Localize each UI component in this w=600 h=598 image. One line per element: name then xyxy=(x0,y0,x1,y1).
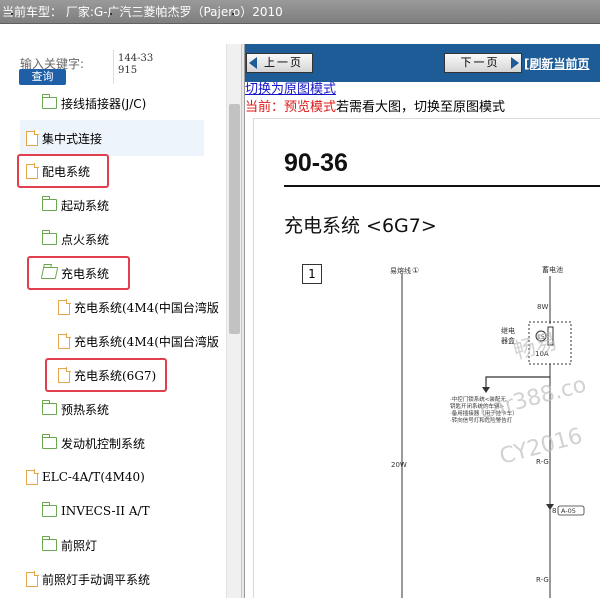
tree-item-label: 充电系统(4M4(中国台湾版 xyxy=(74,300,219,315)
wiring-diagram: 易熔线 ① 20W 蓄电池 8W 继电 器盒 15 10A ·中控门锁系统<装配… xyxy=(390,265,589,598)
tree-item-label: 接线插接器(J/C) xyxy=(61,96,147,111)
connector-id: A-05 xyxy=(561,507,576,515)
document-viewer: 上一页 下一页 [刷新当前页 切换为原图模式 当前：预览模式若需看大图，切换至原… xyxy=(245,44,600,598)
sidebar-scrollbar[interactable] xyxy=(226,44,241,598)
scrollbar-thumb[interactable] xyxy=(229,104,240,334)
switch-mode-link[interactable]: 切换为原图模式 xyxy=(245,78,336,97)
next-page-button[interactable]: 下一页 xyxy=(444,53,522,73)
tree-item-ignition-system[interactable]: 点火系统 xyxy=(41,224,110,254)
tree-item-elc-4at[interactable]: ELC-4A/T(4M40) xyxy=(26,462,145,492)
tree-item-headlamp-leveling[interactable]: 前照灯手动调平系统 xyxy=(26,564,150,594)
arrow-right-icon xyxy=(511,57,519,69)
watermark-line-1: 畅易 xyxy=(511,329,560,365)
tree-item-label: 发动机控制系统 xyxy=(61,436,146,451)
wire-gauge-8w: 8W xyxy=(537,303,548,311)
tree-item-central-connection[interactable]: 集中式连接 xyxy=(20,120,204,156)
connector-number: 8 xyxy=(552,507,556,515)
mode-status-prefix: 当前： xyxy=(245,100,285,115)
tree-item-label: 前照灯手动调平系统 xyxy=(42,572,151,587)
refresh-page-link[interactable]: [刷新当前页 xyxy=(524,55,590,72)
search-divider xyxy=(113,50,114,84)
search-input[interactable]: 144-33915 xyxy=(118,53,158,77)
relay-box-label-1: 继电 xyxy=(501,326,515,335)
tree-item-jc-connector[interactable]: 接线插接器(J/C) xyxy=(41,88,147,118)
folder-icon xyxy=(41,502,57,517)
arrow-left-icon xyxy=(249,57,257,69)
tree-item-starting-system[interactable]: 起动系统 xyxy=(41,190,110,220)
title-dot-icon xyxy=(232,13,234,15)
next-page-label: 下一页 xyxy=(460,56,500,69)
highlight-box-charging-6g7 xyxy=(45,358,167,392)
document-icon xyxy=(58,299,71,315)
prev-page-button[interactable]: 上一页 xyxy=(246,53,313,73)
folder-icon xyxy=(41,230,57,245)
folder-icon xyxy=(41,94,57,109)
tree-item-charging-4m4-tw-2[interactable]: 充电系统(4M4(中国台湾版 xyxy=(58,326,219,356)
title-dot-icon xyxy=(110,13,112,15)
wiring-diagram-page: 90-36 充电系统 <6G7> 1 易熔线 ① 20W 蓄电池 8W 继电 器… xyxy=(253,118,600,598)
search-button[interactable]: 查询 xyxy=(19,69,66,85)
tree-item-label: INVECS-II A/T xyxy=(61,504,150,518)
document-icon xyxy=(26,571,39,587)
mode-status-hint: 若需看大图，切换至原图模式 xyxy=(336,100,506,115)
tree-item-label: 集中式连接 xyxy=(42,131,103,146)
tree-item-label: ELC-4A/T(4M40) xyxy=(42,470,145,484)
tree-item-label: 点火系统 xyxy=(61,232,110,247)
wire-color-rg-2: R-G xyxy=(536,576,549,584)
branch-arrow-icon xyxy=(482,387,490,393)
sidebar: 输入关键字: 查询 144-33915 接线插接器(J/C) 集中式连接 配电系… xyxy=(0,44,241,598)
tree-item-label: 起动系统 xyxy=(61,198,110,213)
tree-item-label: 预热系统 xyxy=(61,402,110,417)
document-icon xyxy=(26,469,39,485)
page-nav-bar: 上一页 下一页 [刷新当前页 xyxy=(245,44,600,82)
mode-status: 当前：预览模式若需看大图，切换至原图模式 xyxy=(245,96,505,115)
document-icon xyxy=(58,333,71,349)
folder-icon xyxy=(41,400,57,415)
document-icon xyxy=(26,130,39,146)
tree-item-label: 前照灯 xyxy=(61,538,98,553)
folder-icon xyxy=(41,196,57,211)
tree-item-charging-4m4-tw-1[interactable]: 充电系统(4M4(中国台湾版 xyxy=(58,292,219,322)
prev-page-label: 上一页 xyxy=(264,56,303,69)
search-panel: 输入关键字: 查询 144-33915 xyxy=(0,44,226,88)
highlight-box-power-distribution xyxy=(17,154,109,188)
wire-gauge-20w: 20W xyxy=(391,461,407,469)
battery-label: 蓄电池 xyxy=(542,265,563,274)
fusible-link-label: 易熔线 xyxy=(390,266,411,275)
tree-item-invecs-at[interactable]: INVECS-II A/T xyxy=(41,496,150,526)
tree-item-engine-control[interactable]: 发动机控制系统 xyxy=(41,428,146,458)
tree-item-headlamp[interactable]: 前照灯 xyxy=(41,530,98,560)
fusible-link-number: ① xyxy=(412,266,419,275)
window-title-bar: 当前车型： 厂家:G-广汽三菱帕杰罗（Pajero）2010 xyxy=(0,0,600,24)
folder-icon xyxy=(41,536,57,551)
title-dot-icon xyxy=(11,13,13,15)
tree-item-preheat-system[interactable]: 预热系统 xyxy=(41,394,110,424)
mode-status-value: 预览模式 xyxy=(284,100,337,115)
highlight-box-charging-system xyxy=(27,256,130,290)
window-title: 当前车型： 厂家:G-广汽三菱帕杰罗（Pajero）2010 xyxy=(2,5,283,19)
tree-item-label: 充电系统(4M4(中国台湾版 xyxy=(74,334,219,349)
watermark-line-2: car388.co xyxy=(477,372,589,424)
folder-icon xyxy=(41,434,57,449)
